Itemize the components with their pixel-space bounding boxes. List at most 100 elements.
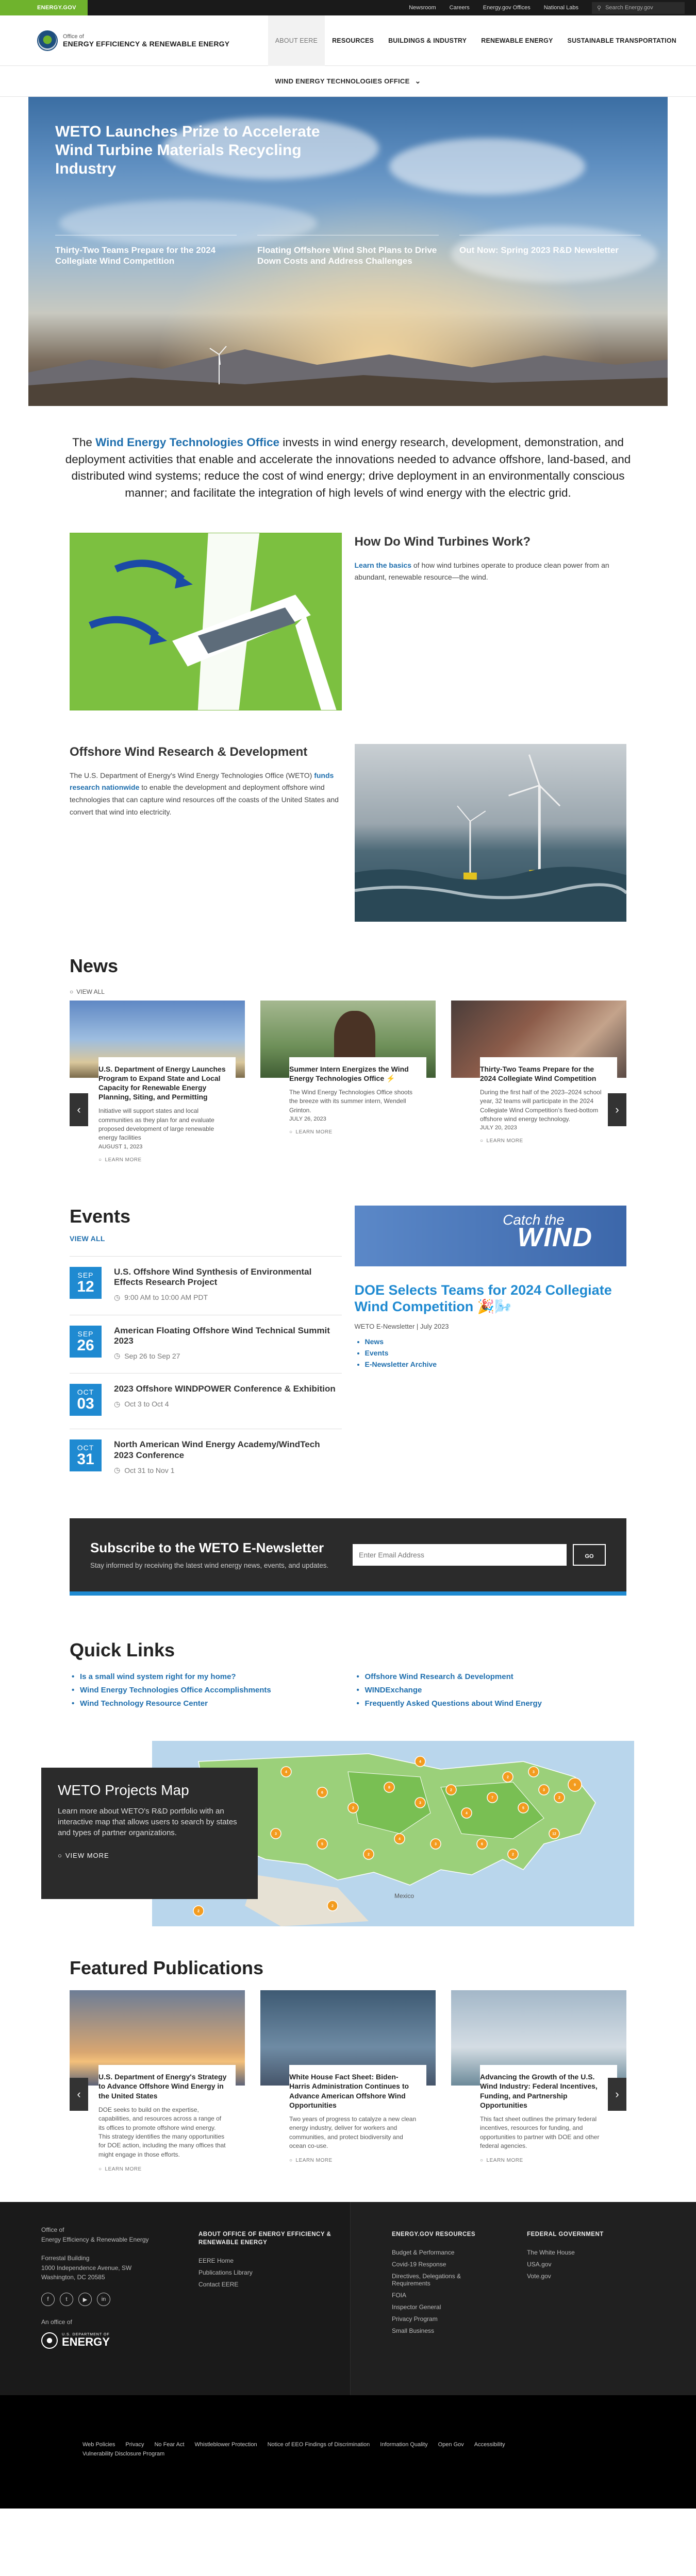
linkedin-icon[interactable]: in [97, 2293, 110, 2307]
email-field[interactable] [353, 1544, 567, 1566]
footer-link[interactable]: Contact EERE [198, 2281, 350, 2288]
footer-link[interactable]: Small Business [392, 2327, 475, 2334]
nav-buildings-industry[interactable]: BUILDINGS & INDUSTRY [381, 15, 474, 66]
bottom-link[interactable]: Notice of EEO Findings of Discrimination [268, 2442, 370, 2448]
bottom-link[interactable]: Vulnerability Disclosure Program [82, 2451, 164, 2457]
footer-link[interactable]: USA.gov [527, 2261, 604, 2268]
footer-link[interactable]: Inspector General [392, 2303, 475, 2311]
news-view-all[interactable]: ○ VIEW ALL [70, 988, 626, 995]
util-link-labs[interactable]: National Labs [544, 5, 578, 11]
hero-feature-link[interactable]: Out Now: Spring 2023 R&D Newsletter [459, 235, 641, 267]
news-card[interactable]: Summer Intern Energizes the Wind Energy … [260, 1000, 436, 1167]
event-title: 2023 Offshore WINDPOWER Conference & Exh… [114, 1384, 336, 1394]
publication-card[interactable]: Advancing the Growth of the U.S. Wind In… [451, 1990, 626, 2176]
learn-more-link[interactable]: ○ LEARN MORE [98, 2166, 228, 2172]
publications-carousel: U.S. Department of Energy's Strategy to … [70, 1990, 626, 2177]
doe-logo-link[interactable]: U.S. DEPARTMENT OF ENERGY [41, 2332, 175, 2349]
nav-renewable-energy[interactable]: RENEWABLE ENERGY [474, 15, 560, 66]
quick-link[interactable]: Is a small wind system right for my home… [70, 1672, 342, 1681]
news-card[interactable]: U.S. Department of Energy Launches Progr… [70, 1000, 245, 1167]
bottom-link[interactable]: Web Policies [82, 2442, 115, 2448]
learn-basics-link[interactable]: Learn the basics [355, 561, 412, 569]
util-link-newsroom[interactable]: Newsroom [409, 5, 436, 11]
hero-title[interactable]: WETO Launches Prize to Accelerate Wind T… [55, 123, 344, 178]
events-view-all[interactable]: VIEW ALL [70, 1234, 342, 1243]
map-marker-count: 6 [481, 1843, 483, 1846]
banner-wind-text: WIND [517, 1222, 593, 1252]
event-item[interactable]: SEP 26 American Floating Offshore Wind T… [70, 1314, 342, 1374]
newsletter-headline[interactable]: DOE Selects Teams for 2024 Collegiate Wi… [355, 1282, 627, 1315]
bottom-link[interactable]: Open Gov [438, 2442, 464, 2448]
carousel-next-button[interactable]: › [608, 2078, 626, 2111]
event-item[interactable]: OCT 03 2023 Offshore WINDPOWER Conferenc… [70, 1373, 342, 1429]
event-title: U.S. Offshore Wind Synthesis of Environm… [114, 1266, 312, 1287]
youtube-icon[interactable]: ▶ [78, 2293, 92, 2307]
events-section: Events VIEW ALL SEP 12 U.S. Offshore Win… [0, 1205, 696, 1487]
bottom-link[interactable]: Privacy [125, 2442, 144, 2448]
publication-card[interactable]: White House Fact Sheet: Biden-Harris Adm… [260, 1990, 436, 2176]
map-view-more[interactable]: ○ VIEW MORE [58, 1852, 241, 1859]
newsletter-link-events[interactable]: Events [365, 1349, 627, 1357]
footer-link[interactable]: The White House [527, 2249, 604, 2256]
bottom-link[interactable]: Accessibility [474, 2442, 505, 2448]
quick-link[interactable]: Frequently Asked Questions about Wind En… [355, 1699, 627, 1708]
footer-link[interactable]: Vote.gov [527, 2273, 604, 2280]
util-link-offices[interactable]: Energy.gov Offices [483, 5, 531, 11]
office-subnav[interactable]: WIND ENERGY TECHNOLOGIES OFFICE ⌄ [0, 66, 696, 97]
carousel-prev-button[interactable]: ‹ [70, 2078, 88, 2111]
facebook-icon[interactable]: f [41, 2293, 55, 2307]
learn-more-link[interactable]: ○ LEARN MORE [480, 1138, 610, 1144]
hero-feature-link[interactable]: Thirty-Two Teams Prepare for the 2024 Co… [55, 235, 237, 267]
footer-link[interactable]: EERE Home [198, 2257, 350, 2264]
nav-sustainable-transportation[interactable]: SUSTAINABLE TRANSPORTATION [560, 15, 684, 66]
footer-link[interactable]: FOIA [392, 2292, 475, 2299]
quick-link[interactable]: Wind Technology Resource Center [70, 1699, 342, 1708]
nav-about-eere[interactable]: ABOUT EERE [268, 15, 325, 66]
bottom-link[interactable]: No Fear Act [154, 2442, 184, 2448]
learn-more-link[interactable]: ○ LEARN MORE [289, 2158, 419, 2163]
cloud-shape [389, 138, 585, 195]
footer-link[interactable]: Budget & Performance [392, 2249, 475, 2256]
twitter-icon[interactable]: t [60, 2293, 73, 2307]
projects-map-section: 32546283247253294362253124322 Mexico WET… [0, 1741, 696, 1929]
footer-link[interactable]: Publications Library [198, 2269, 350, 2276]
subscribe-go-button[interactable]: GO [573, 1544, 606, 1566]
learn-more-link[interactable]: ○ LEARN MORE [289, 1129, 419, 1135]
newsletter-link-archive[interactable]: E-Newsletter Archive [365, 1360, 627, 1368]
quick-link[interactable]: Offshore Wind Research & Development [355, 1672, 627, 1681]
map-marker-count: 3 [419, 1802, 421, 1805]
quick-link[interactable]: Wind Energy Technologies Office Accompli… [70, 1686, 342, 1694]
newsletter-link-news[interactable]: News [365, 1337, 627, 1346]
news-card[interactable]: Thirty-Two Teams Prepare for the 2024 Co… [451, 1000, 626, 1167]
office-subnav-label: WIND ENERGY TECHNOLOGIES OFFICE [275, 77, 410, 85]
arrow-circle-icon: ○ [70, 988, 74, 995]
learn-more-link[interactable]: ○ LEARN MORE [98, 1157, 228, 1163]
eere-logo-link[interactable]: Office of ENERGY EFFICIENCY & RENEWABLE … [37, 30, 268, 51]
search-input[interactable]: ⚲ Search Energy.gov [592, 2, 685, 14]
footer-office-of: Office of [41, 2226, 64, 2234]
event-time: ◷ 9:00 AM to 10:00 AM PDT [114, 1293, 342, 1302]
event-item[interactable]: OCT 31 North American Wind Energy Academ… [70, 1429, 342, 1487]
news-card-title: U.S. Department of Energy Launches Progr… [98, 1064, 226, 1101]
footer-link[interactable]: Privacy Program [392, 2315, 475, 2323]
hero-feature-link[interactable]: Floating Offshore Wind Shot Plans to Dri… [257, 235, 439, 267]
catch-the-wind-banner[interactable]: Catch the WIND [354, 1205, 626, 1266]
bottom-link[interactable]: Whistleblower Protection [195, 2442, 257, 2448]
publication-card[interactable]: U.S. Department of Energy's Strategy to … [70, 1990, 245, 2177]
energy-gov-link[interactable]: ENERGY.GOV [0, 0, 88, 15]
footer-link[interactable]: Directives, Delegations & Requirements [392, 2273, 474, 2287]
map-marker-count: 3 [435, 1843, 437, 1846]
quick-link[interactable]: WINDExchange [355, 1686, 627, 1694]
learn-more-link[interactable]: ○ LEARN MORE [480, 2158, 610, 2163]
bottom-link[interactable]: Information Quality [380, 2442, 427, 2448]
map-marker-count: 3 [275, 1833, 277, 1836]
nav-resources[interactable]: RESOURCES [325, 15, 381, 66]
carousel-next-button[interactable]: › [608, 1093, 626, 1126]
carousel-prev-button[interactable]: ‹ [70, 1093, 88, 1126]
weto-link[interactable]: Wind Energy Technologies Office [95, 436, 279, 449]
event-item[interactable]: SEP 12 U.S. Offshore Wind Synthesis of E… [70, 1256, 342, 1315]
footer-link[interactable]: Covid-19 Response [392, 2261, 475, 2268]
publication-text: DOE seeks to build on the expertise, cap… [98, 2106, 226, 2158]
util-link-careers[interactable]: Careers [450, 5, 470, 11]
publication-title: U.S. Department of Energy's Strategy to … [98, 2073, 227, 2100]
